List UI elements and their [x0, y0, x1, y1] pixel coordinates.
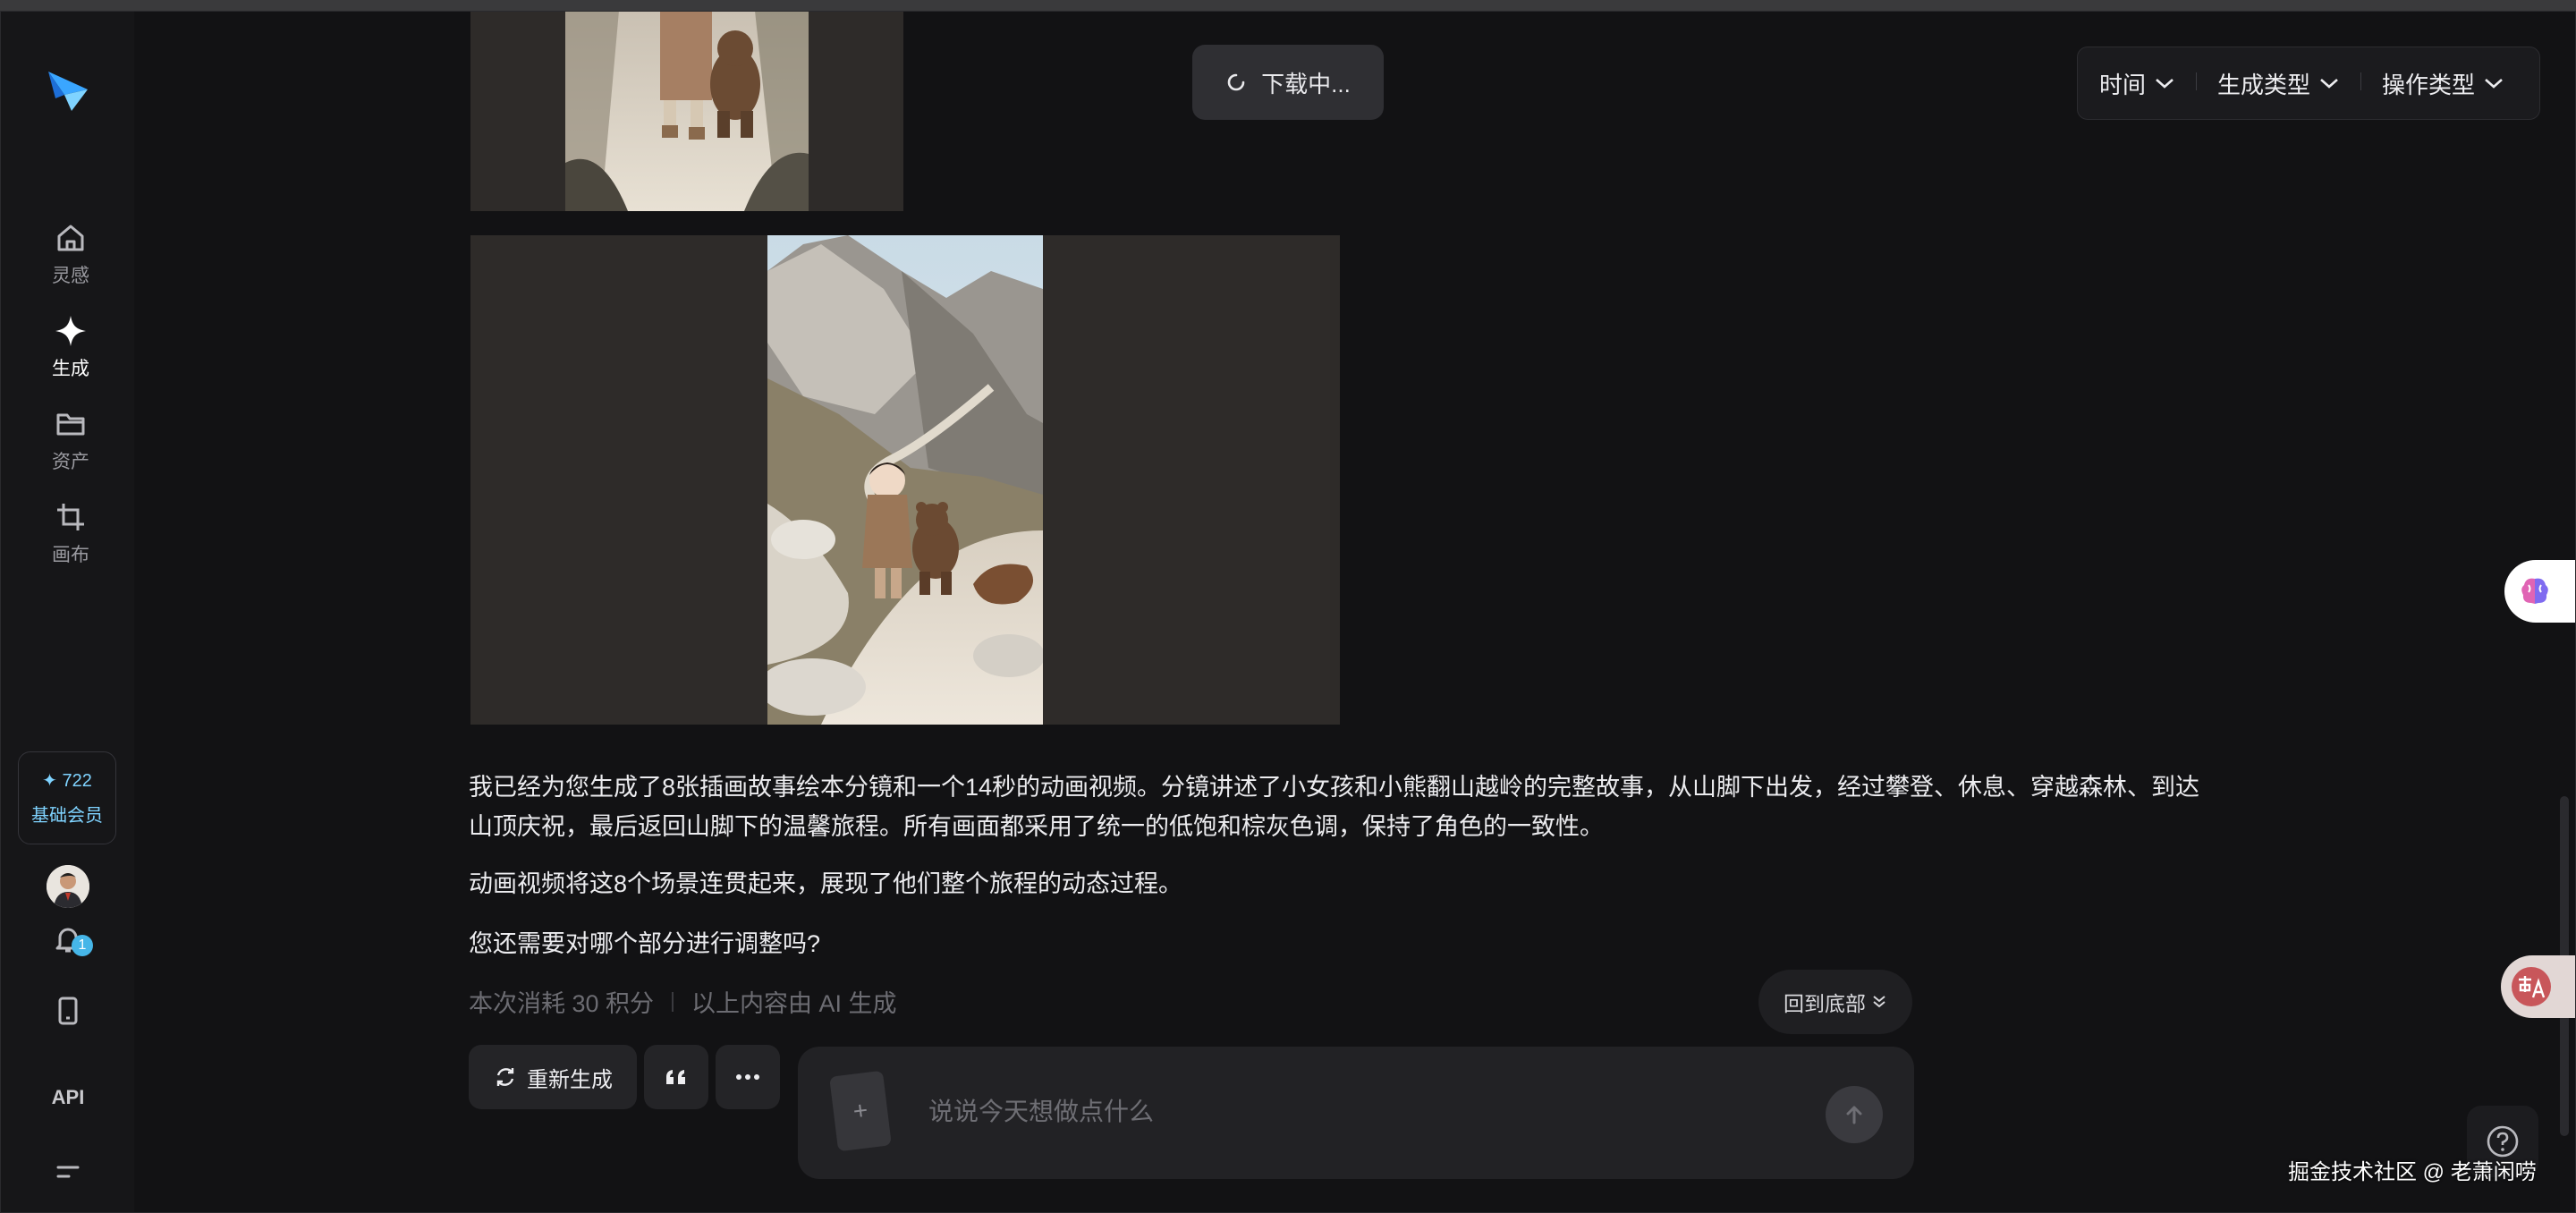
nav-generate[interactable]: 生成: [21, 311, 120, 390]
window-top-bar: [0, 0, 2576, 11]
ai-generated-note: 以上内容由 AI 生成: [691, 990, 897, 1017]
filter-time-dropdown[interactable]: 时间: [2078, 67, 2196, 100]
nav-inspiration[interactable]: 灵感: [21, 218, 120, 297]
quote-button[interactable]: [644, 1045, 708, 1109]
meta-divider: [672, 991, 674, 1012]
nav-assets-label: 资产: [52, 452, 89, 472]
back-to-bottom-button[interactable]: 回到底部: [1758, 970, 1912, 1034]
prompt-input[interactable]: [927, 1086, 1717, 1138]
sparkle-icon: [51, 311, 90, 351]
avatar[interactable]: [47, 865, 89, 908]
download-toast-text: 下载中...: [1261, 70, 1351, 98]
credits-membership-card[interactable]: ✦ 722 基础会员: [18, 751, 116, 844]
storyboard-image-previous[interactable]: [470, 11, 903, 211]
back-to-bottom-label: 回到底部: [1784, 992, 1866, 1015]
credits-count: ✦ 722: [42, 771, 92, 791]
send-button[interactable]: [1826, 1086, 1883, 1143]
canvas-crop-icon: [51, 497, 90, 537]
message-meta: 本次消耗 30 积分 以上内容由 AI 生成: [469, 984, 897, 1019]
api-link[interactable]: API: [36, 1086, 100, 1109]
brain-icon: [2521, 578, 2548, 604]
chevron-down-icon: [2485, 79, 2503, 89]
watermark-text: 掘金技术社区 @ 老萧闲唠: [2288, 1160, 2537, 1184]
sidebar: 灵感 生成 资产 画布 ✦ 722 基础会员 1 API: [0, 11, 134, 1213]
nav-generate-label: 生成: [52, 359, 89, 379]
more-options-button[interactable]: [716, 1045, 780, 1109]
attach-plus-icon: +: [851, 1096, 869, 1125]
filter-generation-type-label: 生成类型: [2217, 71, 2311, 98]
regenerate-label: 重新生成: [527, 1067, 613, 1092]
more-icon: [736, 1074, 759, 1080]
nav-canvas[interactable]: 画布: [21, 497, 120, 576]
assistant-message-paragraph-3: 您还需要对哪个部分进行调整吗?: [469, 930, 821, 957]
girl-and-bear-mountain-trail-illustration: [767, 235, 1043, 725]
double-chevron-down-icon: [1873, 996, 1885, 1008]
chevron-down-icon: [2156, 79, 2174, 89]
quote-icon: [666, 1070, 685, 1084]
mobile-device-icon[interactable]: [47, 989, 89, 1032]
filter-operation-type-dropdown[interactable]: 操作类型: [2360, 67, 2525, 100]
translate-float-button[interactable]: [2501, 955, 2576, 1018]
attach-image-button[interactable]: +: [829, 1070, 892, 1152]
nav-canvas-label: 画布: [52, 545, 89, 565]
filter-time-label: 时间: [2099, 71, 2147, 98]
credit-cost-text: 本次消耗 30 积分: [469, 990, 655, 1017]
loading-spinner-icon: [1227, 73, 1245, 91]
assistant-message-paragraph-2: 动画视频将这8个场景连贯起来，展现了他们整个旅程的动态过程。: [469, 870, 1183, 897]
notification-count-badge: 1: [72, 935, 93, 956]
refresh-icon: [496, 1068, 514, 1086]
ai-assistant-float-button[interactable]: [2504, 560, 2576, 623]
membership-tier: 基础会员: [31, 806, 103, 826]
prompt-composer: +: [798, 1047, 1914, 1179]
download-toast: 下载中...: [1192, 45, 1384, 120]
filter-bar: 时间 生成类型 操作类型: [2077, 47, 2540, 120]
menu-collapse-icon[interactable]: [47, 1150, 89, 1193]
regenerate-button[interactable]: 重新生成: [469, 1045, 637, 1109]
filter-generation-type-dropdown[interactable]: 生成类型: [2196, 67, 2360, 100]
girl-and-bear-walking-illustration: [565, 11, 809, 211]
nav-inspiration-label: 灵感: [52, 266, 89, 286]
chevron-down-icon: [2320, 79, 2338, 89]
home-icon: [51, 218, 90, 258]
folder-icon: [51, 404, 90, 444]
assistant-message-paragraph-1: 我已经为您生成了8张插画故事绘本分镜和一个14秒的动画视频。分镜讲述了小女孩和小…: [469, 774, 2200, 840]
filter-operation-type-label: 操作类型: [2382, 71, 2476, 98]
storyboard-image-mountain[interactable]: [470, 235, 1340, 725]
app-logo-icon[interactable]: [45, 63, 91, 116]
nav-assets[interactable]: 资产: [21, 404, 120, 483]
arrow-up-icon: [1846, 1106, 1862, 1124]
translate-icon: [2512, 967, 2551, 1006]
